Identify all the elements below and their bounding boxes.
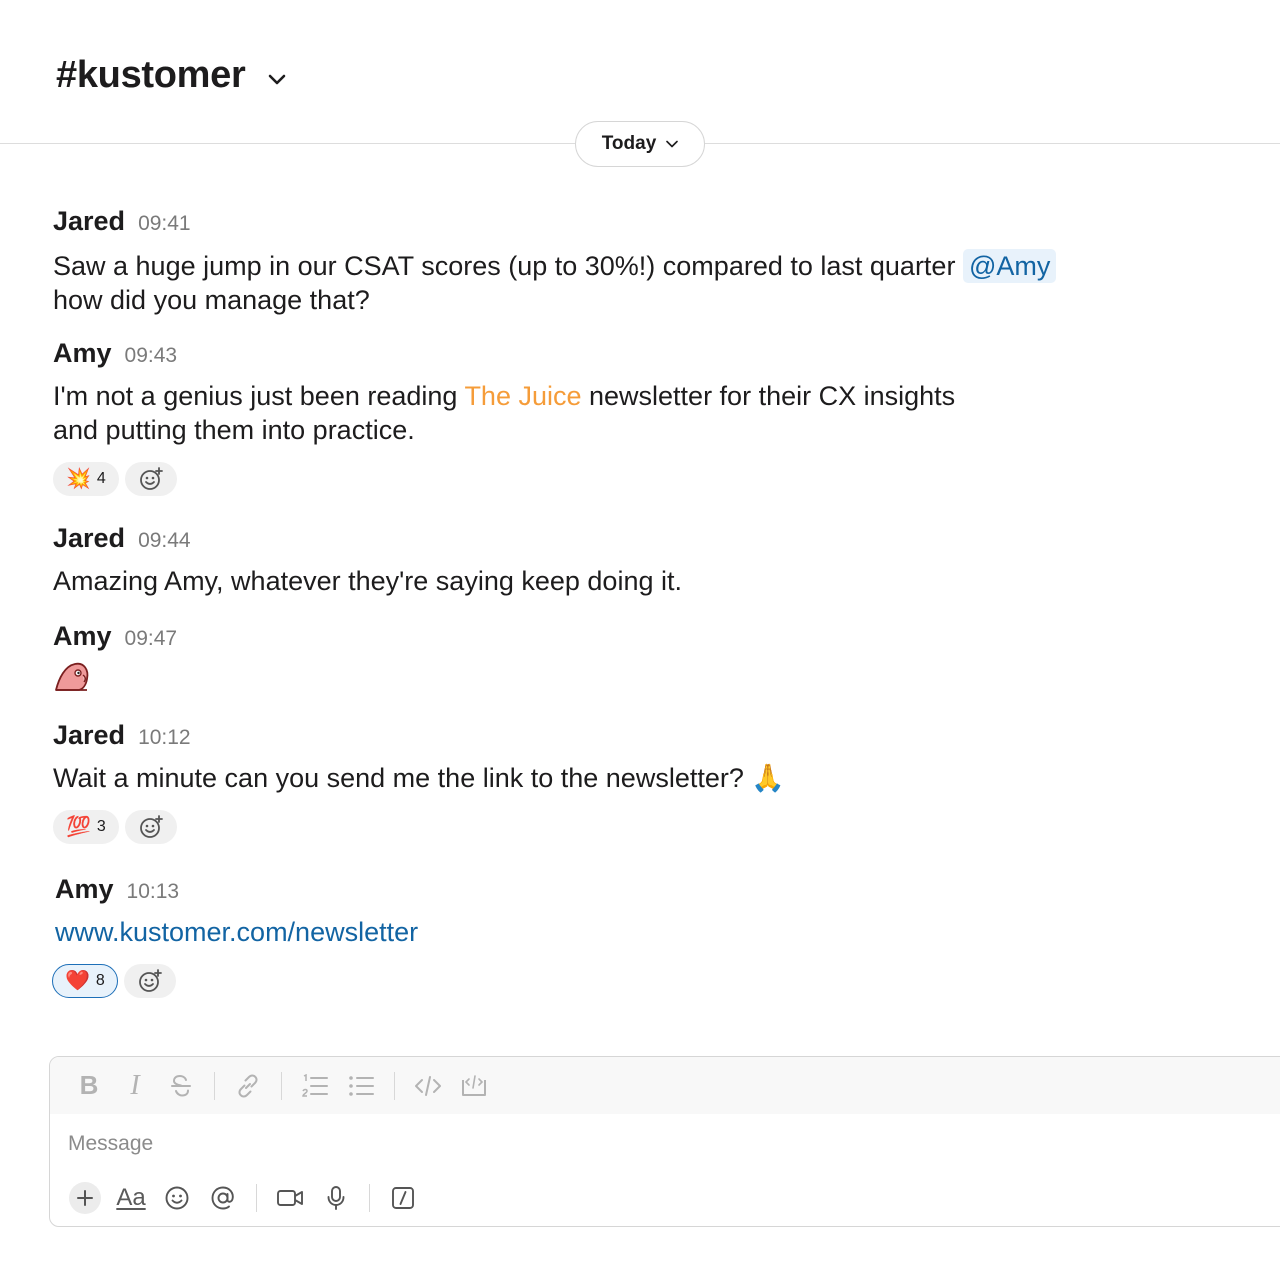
message-author[interactable]: Amy: [53, 621, 112, 652]
hundred-emoji-icon: 💯: [66, 816, 91, 838]
video-camera-icon: [277, 1190, 303, 1206]
reaction-heart[interactable]: ❤️ 8: [52, 964, 118, 998]
message-author[interactable]: Jared: [53, 206, 125, 237]
message: Jared 10:12 Wait a minute can you send m…: [53, 720, 785, 844]
composer-divider: [256, 1184, 257, 1212]
message-author[interactable]: Amy: [55, 874, 114, 905]
reactions-bar: ❤️ 8: [52, 964, 418, 998]
code-icon[interactable]: [405, 1066, 451, 1106]
slash-command-icon: [392, 1187, 414, 1209]
highlighted-text: The Juice: [464, 381, 582, 411]
reaction-count: 8: [95, 972, 105, 989]
add-emoji-icon: [139, 467, 163, 490]
mention-button[interactable]: [200, 1179, 246, 1217]
message-text: I'm not a genius just been reading The J…: [53, 381, 956, 445]
composer-divider: [369, 1184, 370, 1212]
toolbar-divider: [281, 1071, 282, 1100]
message: Jared 09:44 Amazing Amy, whatever they'r…: [53, 523, 682, 598]
add-reaction-button[interactable]: [124, 462, 177, 496]
add-reaction-button[interactable]: [124, 810, 177, 844]
user-mention[interactable]: @Amy: [962, 249, 1057, 283]
smiley-icon: [165, 1186, 189, 1210]
newsletter-link[interactable]: www.kustomer.com/newsletter: [55, 917, 418, 947]
chevron-down-icon[interactable]: [266, 68, 288, 90]
message: Jared 09:41 Saw a huge jump in our CSAT …: [53, 206, 1057, 317]
bold-icon[interactable]: B: [66, 1066, 112, 1106]
add-emoji-icon: [139, 815, 163, 838]
link-icon[interactable]: [225, 1066, 271, 1106]
reactions-bar: 💥 4: [53, 462, 955, 496]
strikethrough-icon[interactable]: [158, 1066, 204, 1106]
pray-emoji-icon: 🙏: [751, 763, 785, 793]
toolbar-divider: [214, 1071, 215, 1100]
message: Amy 09:43 I'm not a genius just been rea…: [53, 338, 955, 496]
reaction-collision[interactable]: 💥 4: [53, 462, 119, 496]
message-timestamp[interactable]: 09:44: [138, 529, 191, 553]
audio-clip-button[interactable]: [313, 1179, 359, 1217]
message-author[interactable]: Amy: [53, 338, 112, 369]
message: Amy 10:13 www.kustomer.com/newsletter ❤️…: [52, 874, 418, 998]
chevron-down-icon: [666, 140, 679, 148]
toolbar-divider: [394, 1071, 395, 1100]
text-format-button[interactable]: Aa: [108, 1179, 154, 1217]
plus-icon: [69, 1182, 101, 1214]
shortcuts-button[interactable]: [380, 1179, 426, 1217]
date-divider-label: Today: [601, 133, 657, 154]
numbered-list-icon[interactable]: [292, 1066, 338, 1106]
formatting-toolbar: B I: [50, 1057, 1280, 1114]
reactions-bar: 💯 3: [53, 810, 785, 844]
message-input[interactable]: [68, 1129, 1268, 1159]
attach-button[interactable]: [62, 1179, 108, 1217]
message-timestamp[interactable]: 10:12: [138, 726, 191, 750]
message-timestamp[interactable]: 09:43: [125, 344, 178, 368]
message-author[interactable]: Jared: [53, 523, 125, 554]
parrot-emoji-icon: [53, 660, 177, 697]
date-divider-button[interactable]: Today: [575, 121, 705, 167]
reaction-count: 3: [96, 818, 106, 835]
italic-icon[interactable]: I: [112, 1066, 158, 1106]
message-text: Saw a huge jump in our CSAT scores (up t…: [53, 249, 1057, 317]
message-timestamp[interactable]: 09:41: [138, 212, 191, 236]
channel-title[interactable]: #kustomer: [56, 54, 246, 97]
add-reaction-button[interactable]: [123, 964, 176, 998]
channel-header: #kustomer: [56, 54, 288, 97]
text-format-label: Aa: [116, 1184, 146, 1211]
emoji-button[interactable]: [154, 1179, 200, 1217]
microphone-icon: [327, 1186, 345, 1210]
composer-actions: Aa: [62, 1179, 426, 1217]
reaction-count: 4: [96, 470, 106, 487]
message-composer: B I Aa: [49, 1056, 1280, 1227]
message-text: Amazing Amy, whatever they're saying kee…: [53, 566, 682, 596]
at-sign-icon: [211, 1186, 234, 1210]
message-timestamp[interactable]: 09:47: [125, 627, 178, 651]
heart-emoji-icon: ❤️: [65, 970, 90, 992]
bulleted-list-icon[interactable]: [338, 1066, 384, 1106]
message-text: www.kustomer.com/newsletter: [55, 915, 418, 949]
reaction-hundred[interactable]: 💯 3: [53, 810, 119, 844]
code-block-icon[interactable]: [451, 1066, 497, 1106]
video-clip-button[interactable]: [267, 1179, 313, 1217]
add-emoji-icon: [138, 969, 162, 992]
message-text: Wait a minute can you send me the link t…: [53, 763, 785, 793]
collision-emoji-icon: 💥: [66, 468, 91, 490]
message-timestamp[interactable]: 10:13: [127, 880, 180, 904]
message: Amy 09:47: [53, 621, 177, 697]
message-author[interactable]: Jared: [53, 720, 125, 751]
